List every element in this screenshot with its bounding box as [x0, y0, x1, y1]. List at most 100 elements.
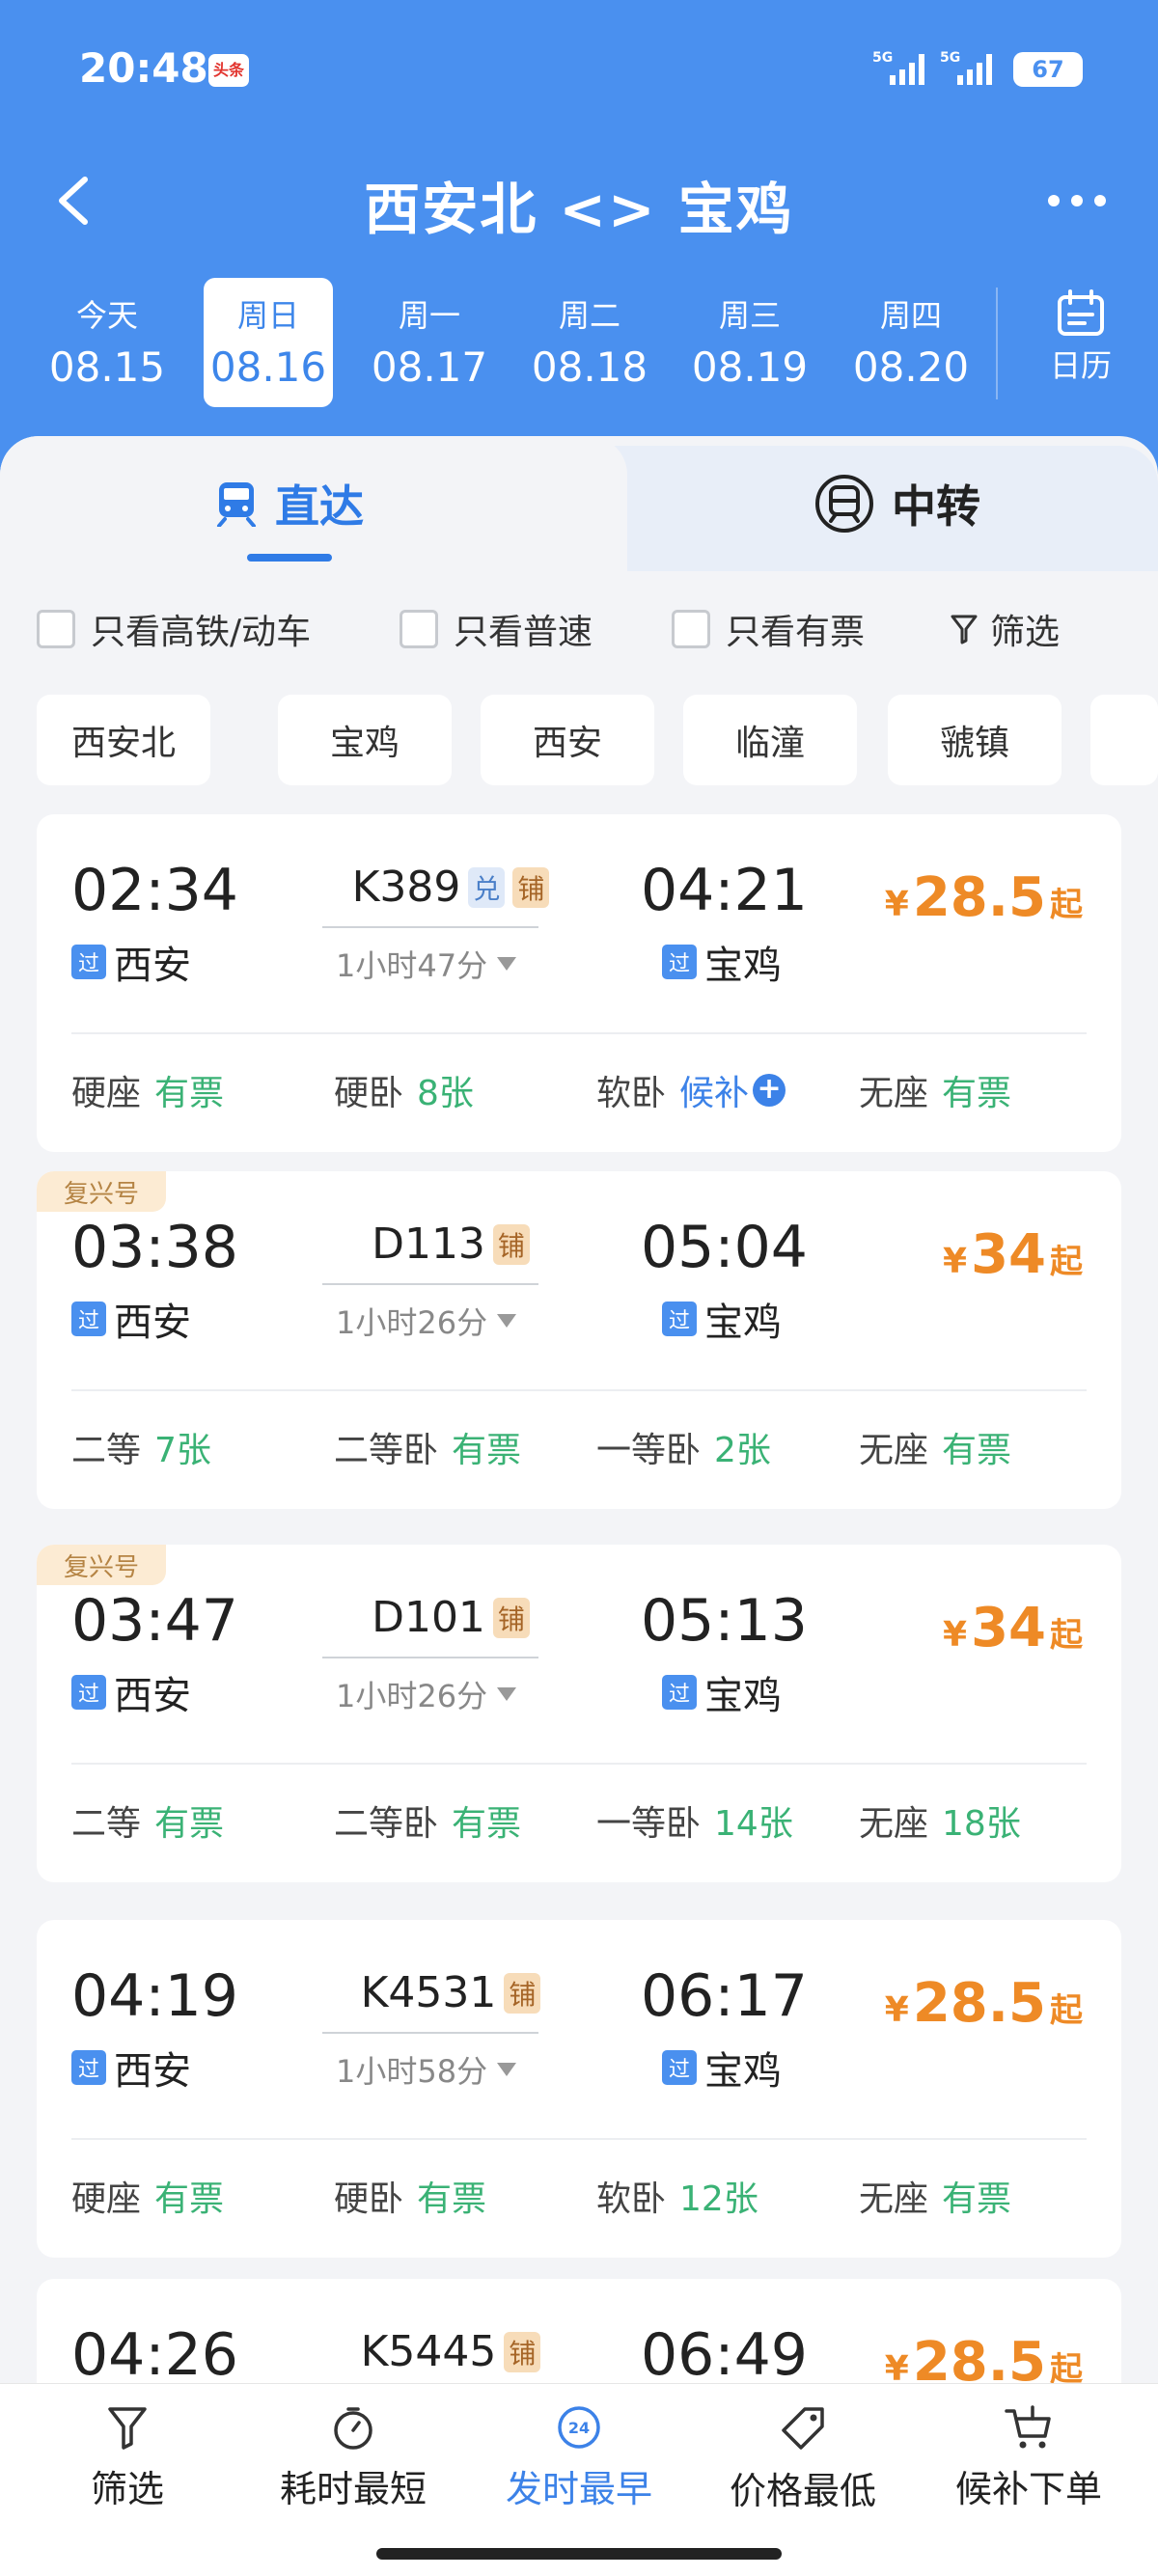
navbar: 西安北 <> 宝鸡 [0, 154, 1158, 247]
train-number: K5445 铺 [320, 2327, 581, 2376]
train-card[interactable]: 复兴号 03:38 过西安 D113 铺 1小时26分 05:04 过宝鸡 ¥3… [37, 1171, 1121, 1509]
seat-availability: 有票 [154, 1804, 225, 1844]
date-item[interactable]: 今天 08.15 [42, 278, 172, 407]
seat-availability: 14张 [714, 1804, 793, 1844]
battery-icon: 67 [1013, 52, 1083, 87]
waitlist-order-button[interactable]: 候补下单 [923, 2403, 1135, 2512]
bottom-label: 发时最早 [505, 2468, 652, 2510]
duration[interactable]: 1小时58分 [336, 2047, 517, 2092]
duration-text: 1小时26分 [336, 1304, 488, 1341]
filter-normal-speed[interactable]: 只看普速 [400, 600, 593, 658]
tab-direct[interactable]: 直达 [145, 436, 434, 571]
via-badge: 过 [71, 1302, 106, 1336]
seat-info: 无座 有票 [859, 1422, 1011, 1472]
departure-time: 03:38 [71, 1214, 238, 1281]
price-amount: 28.5 [912, 866, 1046, 929]
sort-earliest-button[interactable]: 24 发时最早 [473, 2403, 685, 2512]
via-badge: 过 [71, 945, 106, 979]
home-indicator[interactable] [376, 2548, 782, 2560]
arrival-station: 过宝鸡 [662, 1291, 782, 1347]
plus-icon[interactable]: + [753, 1074, 786, 1107]
seat-info: 二等卧 有票 [334, 1795, 521, 1846]
dropdown-triangle-icon [497, 1687, 517, 1701]
toutiao-notification-icon: 头条 [208, 54, 249, 87]
duration[interactable]: 1小时26分 [336, 1672, 517, 1716]
train-number-text: K389 [351, 863, 461, 912]
checkbox[interactable] [400, 610, 438, 648]
train-icon [217, 482, 256, 527]
filter-label: 筛选 [990, 613, 1061, 652]
filter-available[interactable]: 只看有票 [672, 600, 865, 658]
stopwatch-icon [334, 2407, 372, 2450]
calendar-icon [1058, 289, 1104, 336]
signal-icon: 5G [872, 50, 924, 85]
date-item[interactable]: 周三 08.19 [685, 278, 814, 407]
station-chip[interactable]: 临潼 [683, 695, 857, 785]
seat-availability: 12张 [679, 2179, 758, 2219]
via-badge: 过 [662, 1675, 697, 1710]
filter-button[interactable]: 筛选 [950, 600, 1060, 658]
duration[interactable]: 1小时26分 [336, 1299, 517, 1343]
train-card[interactable]: 04:19 过西安 K4531 铺 1小时58分 06:17 过宝鸡 ¥28.5… [37, 1920, 1121, 2258]
seat-info: 二等卧 有票 [334, 1422, 521, 1472]
filter-high-speed[interactable]: 只看高铁/动车 [37, 600, 311, 658]
sort-filter-button[interactable]: 筛选 [21, 2403, 234, 2512]
seat-type: 软卧 [596, 2179, 667, 2219]
checkbox[interactable] [37, 610, 75, 648]
seat-type: 硬卧 [334, 1074, 404, 1113]
date-weekday: 周三 [718, 297, 781, 334]
station-chip[interactable]: 西安 [481, 695, 654, 785]
arrival-time: 06:17 [641, 1962, 808, 2030]
filter-label: 只看高铁/动车 [91, 613, 312, 652]
seat-availability: 有票 [942, 1431, 1012, 1470]
train-card[interactable]: 02:34 过西安 K389 兑 铺 1小时47分 04:21 过宝鸡 ¥28.… [37, 814, 1121, 1152]
date-value: 08.15 [48, 343, 166, 391]
seat-availability: 有票 [417, 2179, 487, 2219]
calendar-button[interactable]: 日历 [1033, 289, 1129, 386]
divider [71, 1032, 1087, 1034]
svg-text:5G: 5G [940, 50, 960, 66]
date-item[interactable]: 周四 08.20 [846, 278, 976, 407]
status-time: 20:48 [79, 44, 208, 92]
more-icon[interactable] [1042, 181, 1112, 220]
seat-info: 无座 有票 [859, 2171, 1011, 2221]
sort-shortest-button[interactable]: 耗时最短 [247, 2403, 459, 2512]
station-chips: 西安北 宝鸡 西安 临潼 虢镇 [0, 695, 1158, 787]
seat-info: 无座 有票 [859, 1065, 1011, 1115]
seat-availability: 有票 [154, 2179, 225, 2219]
sort-cheapest-button[interactable]: 价格最低 [697, 2403, 909, 2514]
train-card[interactable]: 复兴号 03:47 过西安 D101 铺 1小时26分 05:13 过宝鸡 ¥3… [37, 1545, 1121, 1882]
date-item[interactable]: 周二 08.18 [525, 278, 654, 407]
fuxing-badge: 复兴号 [37, 1171, 166, 1212]
price-amount: 34 [971, 1597, 1046, 1659]
seat-info[interactable]: 软卧 候补 + [596, 1065, 786, 1115]
train-number: K4531 铺 [320, 1968, 581, 2017]
date-item-selected[interactable]: 周日 08.16 [204, 278, 333, 407]
seat-type: 一等卧 [596, 1431, 702, 1470]
train-number: K389 兑 铺 [320, 863, 581, 912]
price-amount: 28.5 [912, 1972, 1046, 2035]
seat-availability: 有票 [154, 1074, 225, 1113]
dropdown-triangle-icon [497, 957, 517, 971]
date-item[interactable]: 周一 08.17 [365, 278, 494, 407]
arrival-time: 05:13 [641, 1587, 808, 1655]
route-line [322, 1283, 538, 1285]
station-chip-partial[interactable] [1090, 695, 1158, 785]
date-value: 08.19 [691, 343, 809, 391]
seat-type: 二等 [71, 1804, 142, 1844]
price-amount: 34 [971, 1223, 1046, 1286]
checkbox[interactable] [672, 610, 710, 648]
bottom-label: 候补下单 [954, 2468, 1102, 2510]
duration[interactable]: 1小时47分 [336, 942, 517, 986]
station-chip[interactable]: 宝鸡 [278, 695, 452, 785]
departure-time: 03:47 [71, 1587, 238, 1655]
train-number-text: K4531 [360, 1968, 497, 2017]
date-value: 08.18 [531, 343, 648, 391]
station-chip[interactable]: 西安北 [37, 695, 210, 785]
station-chip[interactable]: 虢镇 [888, 695, 1062, 785]
seat-info: 硬座 有票 [71, 2171, 224, 2221]
via-badge: 过 [71, 2050, 106, 2085]
tab-transfer[interactable]: 中转 [753, 436, 1042, 571]
berth-tag: 铺 [504, 2331, 541, 2372]
berth-tag: 铺 [492, 1223, 530, 1265]
